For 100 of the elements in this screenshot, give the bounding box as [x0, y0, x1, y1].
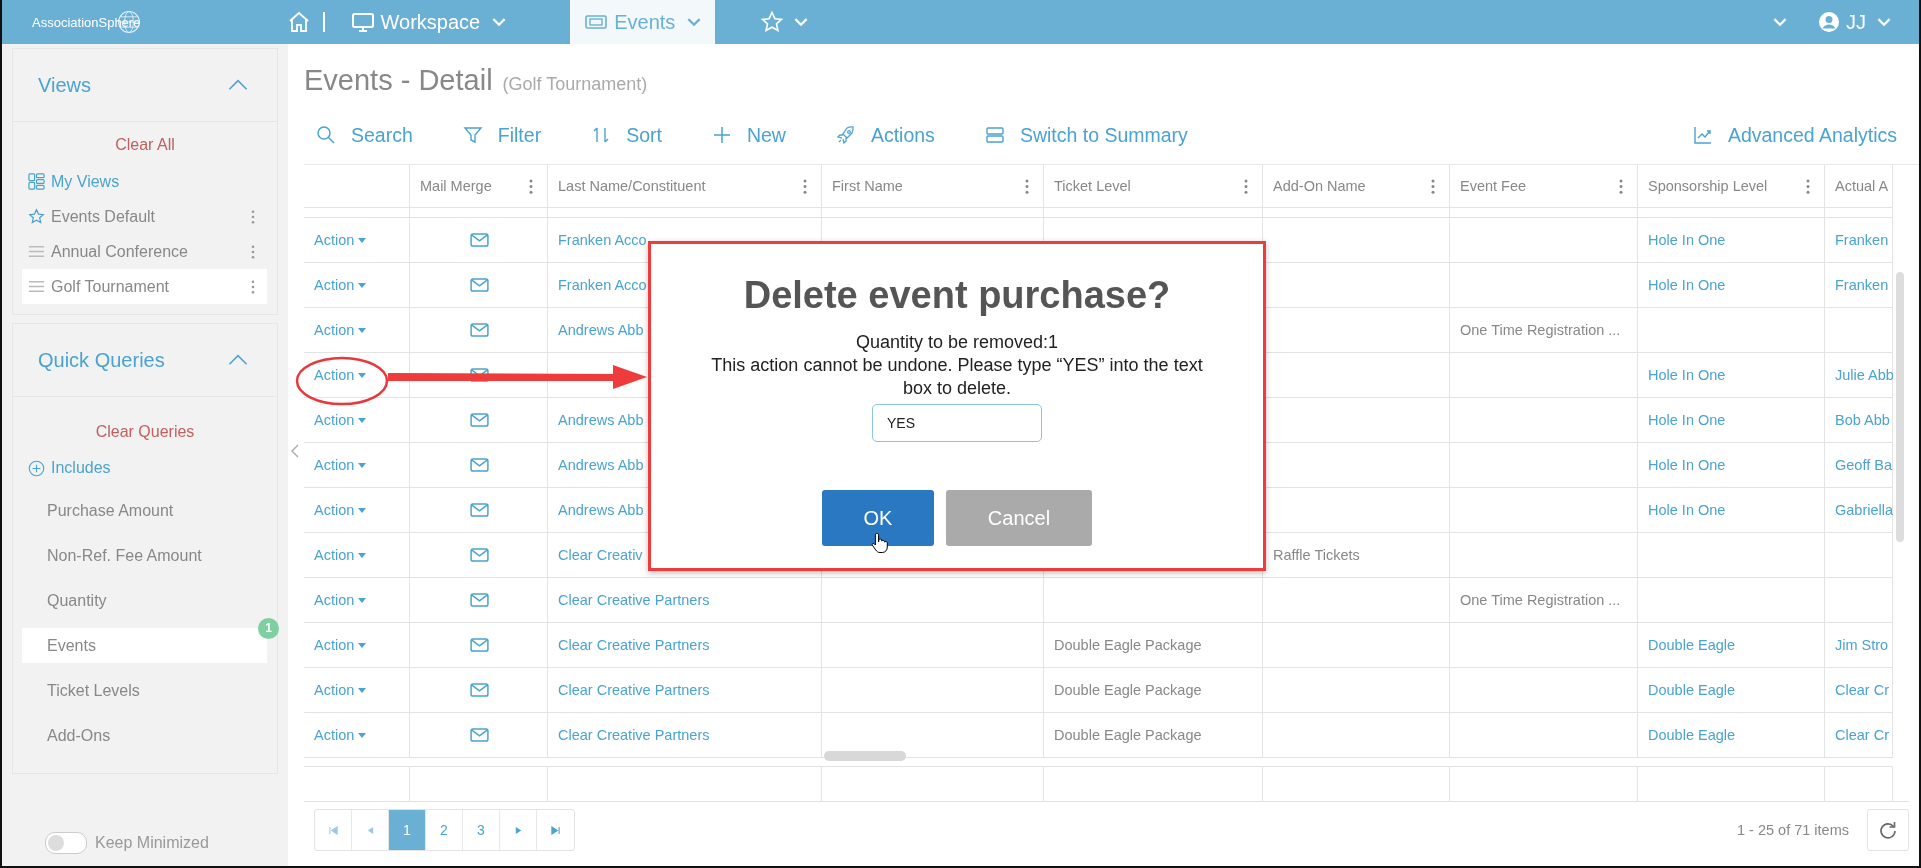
mail-icon[interactable] — [469, 593, 489, 607]
mail-icon[interactable] — [469, 413, 489, 427]
scrollbar-thumb[interactable] — [824, 751, 906, 761]
table-link[interactable]: Hole In One — [1648, 502, 1726, 518]
table-link[interactable]: Clear Creativ — [558, 547, 643, 563]
mail-icon[interactable] — [469, 323, 489, 337]
table-link[interactable]: Franken Acco — [558, 232, 647, 248]
action-dropdown[interactable]: Action — [314, 457, 367, 473]
column-header[interactable]: Ticket Level — [1054, 178, 1131, 194]
table-link[interactable]: Hole In One — [1648, 457, 1726, 473]
column-header[interactable]: Last Name/Constituent — [558, 178, 706, 194]
column-menu-icon[interactable] — [1806, 178, 1810, 194]
cancel-button[interactable]: Cancel — [946, 490, 1092, 546]
toggle-switch[interactable] — [45, 832, 87, 854]
more-options-icon[interactable] — [251, 209, 255, 224]
includes-toggle[interactable]: Includes — [28, 459, 111, 477]
table-link[interactable]: Double Eagle — [1648, 682, 1736, 698]
column-menu-icon[interactable] — [803, 178, 807, 194]
query-item[interactable]: Non-Ref. Fee Amount — [22, 538, 267, 573]
collapse-sidebar-icon[interactable] — [291, 444, 299, 458]
action-dropdown[interactable]: Action — [314, 727, 367, 743]
table-link[interactable]: Clear Creative Partners — [558, 592, 710, 608]
table-link[interactable]: Clear Cr — [1835, 727, 1889, 743]
table-link[interactable]: Geoff Ba — [1835, 457, 1892, 473]
query-item[interactable]: Quantity — [22, 583, 267, 618]
mail-icon[interactable] — [469, 548, 489, 562]
table-link[interactable]: Double Eagle — [1648, 637, 1736, 653]
user-menu[interactable]: JJ — [1817, 10, 1891, 34]
more-options-icon[interactable] — [251, 244, 255, 259]
mail-icon[interactable] — [469, 638, 489, 652]
page-button[interactable]: 2 — [426, 810, 463, 850]
table-row[interactable]: Action Clear Creative Partners Double Eagle Package Double Eagle Clear Cr — [304, 668, 1893, 713]
chevron-down-icon[interactable] — [794, 17, 809, 27]
home-icon[interactable] — [287, 10, 311, 34]
column-header[interactable]: Add-On Name — [1273, 178, 1366, 194]
table-link[interactable]: Clear Creative Partners — [558, 682, 710, 698]
mail-icon[interactable] — [469, 728, 489, 742]
toolbar-button[interactable]: Filter — [462, 123, 542, 147]
mail-icon[interactable] — [469, 683, 489, 697]
column-menu-icon[interactable] — [529, 178, 533, 194]
page-button[interactable]: 3 — [463, 810, 500, 850]
collapse-icon[interactable] — [227, 354, 249, 366]
collapse-icon[interactable] — [227, 79, 249, 91]
table-row[interactable]: Action Clear Creative Partners Double Eagle Package Double Eagle Jim Stro — [304, 623, 1893, 668]
table-link[interactable]: Double Eagle — [1648, 727, 1736, 743]
column-menu-icon[interactable] — [1431, 178, 1435, 194]
toolbar-button[interactable]: New — [711, 123, 786, 147]
nav-menu[interactable]: Events — [570, 0, 716, 44]
table-link[interactable]: Andrews Abb — [558, 412, 644, 428]
table-link[interactable]: Hole In One — [1648, 232, 1726, 248]
confirm-input[interactable]: YES — [872, 404, 1042, 442]
mail-icon[interactable] — [469, 233, 489, 247]
table-link[interactable]: Andrews Abb — [558, 502, 644, 518]
query-item[interactable]: Add-Ons — [22, 718, 267, 753]
table-row[interactable]: Action Clear Creative Partners One Time Registration ... — [304, 578, 1893, 623]
table-link[interactable]: Clear Creative Partners — [558, 727, 710, 743]
table-link[interactable]: Hole In One — [1648, 412, 1726, 428]
action-dropdown[interactable]: Action — [314, 412, 367, 428]
star-icon[interactable] — [760, 10, 785, 34]
column-header[interactable]: Event Fee — [1460, 178, 1527, 194]
chevron-down-icon[interactable] — [1773, 17, 1787, 27]
action-dropdown[interactable]: Action — [314, 547, 367, 563]
analytics-button[interactable]: Advanced Analytics — [1692, 123, 1897, 147]
action-dropdown[interactable]: Action — [314, 277, 367, 293]
action-dropdown[interactable]: Action — [314, 637, 367, 653]
scrollbar-thumb[interactable] — [1896, 272, 1904, 542]
table-link[interactable]: Hole In One — [1648, 367, 1726, 383]
action-dropdown[interactable]: Action — [314, 592, 367, 608]
refresh-button[interactable] — [1867, 809, 1909, 851]
table-link[interactable]: Franken — [1835, 277, 1889, 293]
table-link[interactable]: Julie Abb — [1835, 367, 1894, 383]
column-menu-icon[interactable] — [1025, 178, 1029, 194]
ok-button[interactable]: OK — [822, 490, 934, 546]
table-link[interactable]: Franken Acco — [558, 277, 647, 293]
page-button[interactable]: 1 — [389, 810, 426, 850]
mail-icon[interactable] — [469, 503, 489, 517]
clear-queries-link[interactable]: Clear Queries — [95, 423, 195, 441]
query-item[interactable]: Purchase Amount — [22, 493, 267, 528]
table-link[interactable]: Jim Stro — [1835, 637, 1889, 653]
toolbar-button[interactable]: Sort — [591, 123, 662, 147]
column-header[interactable]: Sponsorship Level — [1648, 178, 1768, 194]
table-row[interactable]: Action Clear Creative Partners Double Eagle Package Double Eagle Clear Cr — [304, 713, 1893, 758]
query-item[interactable]: Events — [22, 628, 267, 663]
column-header[interactable]: Actual A — [1835, 178, 1889, 194]
logo[interactable]: AssociationSphere — [2, 9, 232, 35]
action-dropdown[interactable]: Action — [314, 682, 367, 698]
table-link[interactable]: Clear Creative Partners — [558, 637, 710, 653]
view-item[interactable]: Golf Tournament — [22, 269, 267, 304]
view-item[interactable]: My Views — [22, 164, 267, 199]
column-header[interactable]: First Name — [832, 178, 903, 194]
column-header[interactable]: Mail Merge — [420, 178, 492, 194]
query-item[interactable]: Ticket Levels — [22, 673, 267, 708]
toolbar-button[interactable]: Search — [316, 123, 413, 147]
more-options-icon[interactable] — [251, 279, 255, 294]
table-link[interactable]: Hole In One — [1648, 277, 1726, 293]
action-dropdown[interactable]: Action — [314, 502, 367, 518]
table-link[interactable]: Andrews Abb — [558, 457, 644, 473]
table-link[interactable]: Clear Cr — [1835, 682, 1889, 698]
column-menu-icon[interactable] — [1619, 178, 1623, 194]
view-item[interactable]: Events Default — [22, 199, 267, 234]
